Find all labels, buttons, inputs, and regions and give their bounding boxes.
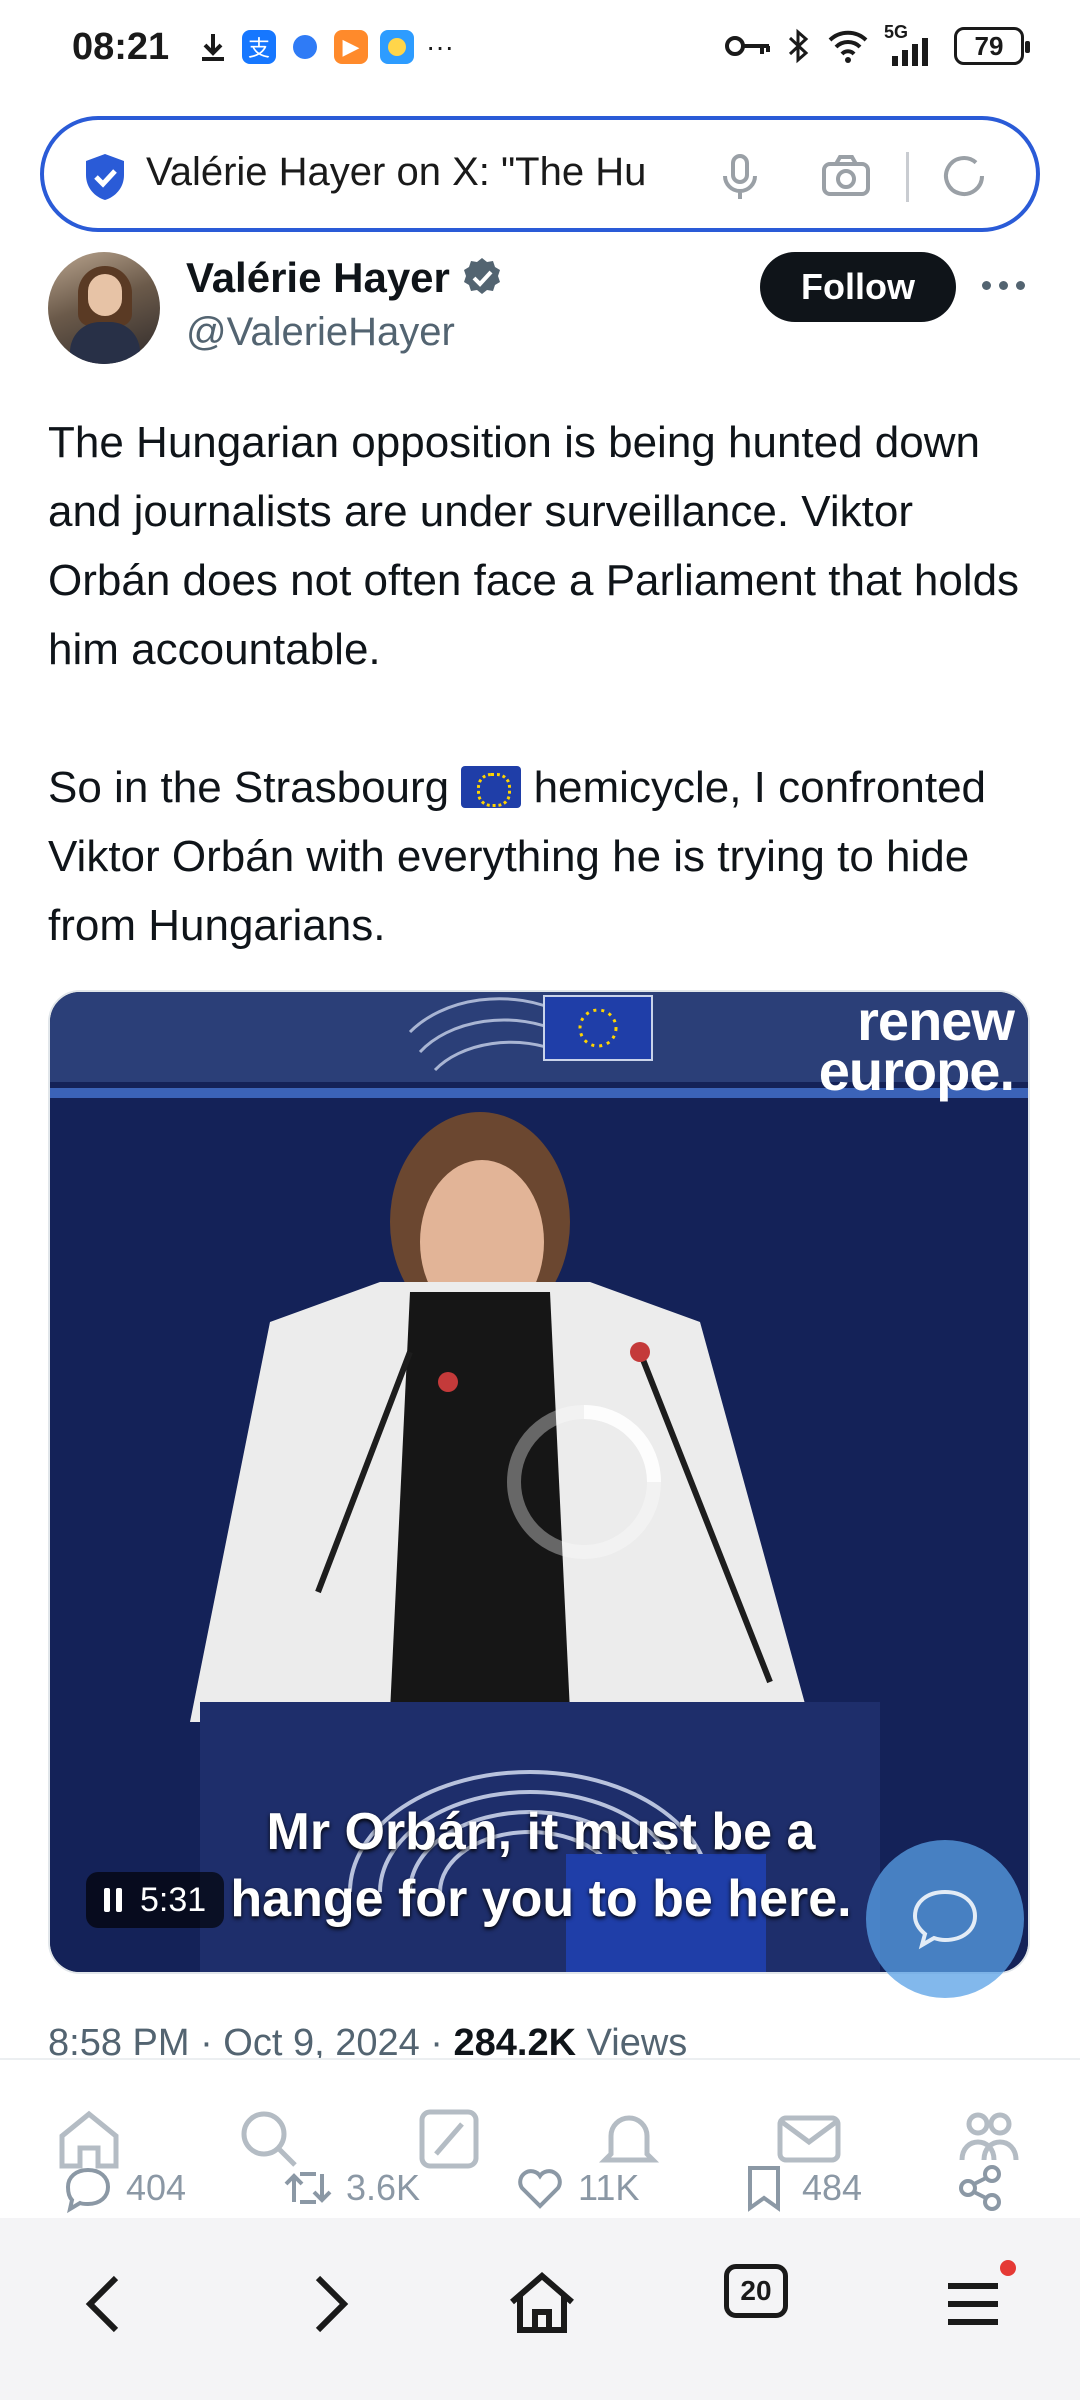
menu-notification-dot bbox=[1000, 2260, 1016, 2276]
floating-chat-button[interactable] bbox=[866, 1840, 1024, 1998]
more-notifications-indicator: ··· bbox=[426, 31, 454, 62]
verified-badge-icon bbox=[463, 258, 500, 294]
share-icon bbox=[959, 2165, 1001, 2211]
camera-icon[interactable] bbox=[818, 148, 874, 204]
video-timestamp: 5:31 bbox=[140, 1880, 207, 1919]
bluetooth-icon bbox=[788, 28, 809, 64]
browser-app-icon bbox=[288, 30, 322, 64]
tweet-paragraph-1: The Hungarian opposition is being hunted… bbox=[48, 418, 1020, 674]
renew-europe-logo: renew europe. bbox=[818, 990, 1015, 1102]
bookmark-icon bbox=[748, 2166, 780, 2212]
notification-icons: 支 ▶ ··· bbox=[196, 30, 454, 64]
clock: 08:21 bbox=[72, 26, 170, 68]
system-icons: 5G 79 bbox=[724, 22, 1030, 66]
pause-icon[interactable] bbox=[104, 1888, 122, 1912]
refresh-icon[interactable] bbox=[936, 148, 992, 204]
repost-button[interactable]: 3.6K bbox=[282, 2162, 420, 2214]
forward-arrow-icon[interactable] bbox=[288, 2264, 368, 2344]
follow-button[interactable]: Follow bbox=[760, 252, 956, 322]
wifi-icon bbox=[828, 30, 868, 63]
tabs-button[interactable]: 20 bbox=[724, 2264, 788, 2318]
repost-icon bbox=[284, 2172, 332, 2204]
weather-app-icon bbox=[380, 30, 414, 64]
eu-flag-icon bbox=[461, 766, 522, 808]
tweet-text: The Hungarian opposition is being hunted… bbox=[48, 408, 1038, 960]
heart-icon bbox=[518, 2169, 562, 2209]
battery-indicator: 79 bbox=[954, 27, 1030, 65]
loading-spinner-icon bbox=[507, 1405, 661, 1559]
reply-button[interactable]: 404 bbox=[62, 2162, 186, 2214]
browser-home-icon[interactable] bbox=[502, 2264, 582, 2344]
video-time-badge[interactable]: 5:31 bbox=[86, 1872, 225, 1928]
like-button[interactable]: 11K bbox=[514, 2162, 639, 2214]
share-button[interactable] bbox=[954, 2162, 1006, 2214]
more-options-icon[interactable] bbox=[982, 270, 1032, 300]
video-app-icon: ▶ bbox=[334, 30, 368, 64]
key-icon bbox=[725, 36, 770, 56]
browser-bottom-bar bbox=[0, 2218, 1080, 2400]
mic-icon[interactable] bbox=[712, 148, 768, 204]
bookmark-button[interactable]: 484 bbox=[738, 2162, 862, 2214]
cellular-signal-icon: 5G bbox=[884, 22, 940, 66]
author-name-row[interactable]: Valérie Hayer bbox=[186, 254, 504, 302]
download-icon bbox=[202, 34, 224, 61]
author-handle[interactable]: @ValerieHayer bbox=[186, 310, 455, 355]
url-text[interactable]: Valérie Hayer on X: "The Hu bbox=[146, 150, 716, 200]
browser-address-bar[interactable]: Valérie Hayer on X: "The Hu bbox=[40, 116, 1040, 232]
video-player[interactable]: renew europe. Mr Orbán, it must be a han… bbox=[48, 990, 1030, 1974]
author-avatar[interactable] bbox=[48, 252, 160, 364]
author-name[interactable]: Valérie Hayer bbox=[186, 254, 450, 302]
menu-icon[interactable] bbox=[934, 2264, 1014, 2344]
tweet-actions: 404 3.6K 11K 484 bbox=[0, 2162, 1080, 2222]
address-bar-divider bbox=[906, 152, 909, 202]
tweet-paragraph-2: So in the Strasbourg hemicycle, I confro… bbox=[48, 763, 987, 950]
reply-icon bbox=[65, 2167, 111, 2214]
chat-bubble-icon bbox=[912, 1889, 978, 1950]
back-arrow-icon[interactable] bbox=[66, 2264, 146, 2344]
alipay-icon: 支 bbox=[242, 30, 276, 64]
shield-check-icon bbox=[86, 154, 124, 200]
status-bar: 08:21 支 ▶ ··· 5G 79 bbox=[0, 0, 1080, 100]
